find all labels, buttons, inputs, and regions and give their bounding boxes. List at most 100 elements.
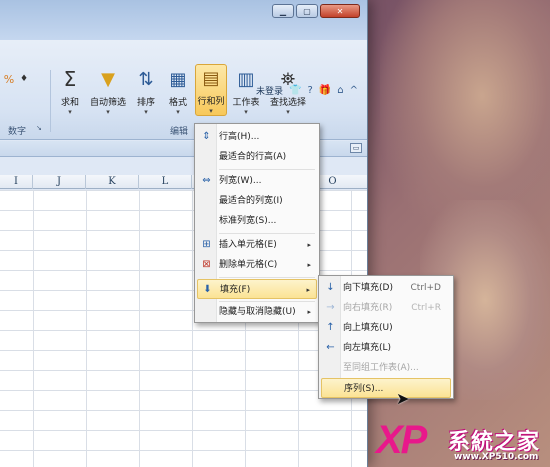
sum-button[interactable]: Σ 求和 ▾ [54, 66, 86, 116]
menu-item-series[interactable]: 序列(S)... [321, 378, 451, 398]
fill-icon: ⬇ [203, 284, 212, 295]
worksheet-label: 工作表 [232, 98, 260, 108]
menu-item-label: 最适合的行高(A) [219, 152, 287, 162]
dropdown-arrow-icon: ▾ [176, 108, 180, 116]
format-label: 格式 [168, 98, 187, 108]
sort-button[interactable]: ⇅ 排序 ▾ [130, 66, 162, 117]
gift-icon[interactable]: 🎁 [319, 85, 331, 96]
watermark-logo: XP 系統之家 www.XP510.com [368, 418, 550, 467]
menu-item-autofit-row-height[interactable]: 最适合的行高(A) [197, 147, 317, 167]
group-label-number: 数字 [8, 127, 27, 137]
fill-left-icon: ← [326, 342, 335, 353]
rows-columns-icon: ▤ [202, 67, 220, 89]
dropdown-arrow-icon: ▾ [144, 108, 148, 116]
menu-item-insert-cells[interactable]: ⊞ 插入单元格(E) ▸ [197, 235, 317, 255]
menu-item-column-width[interactable]: ⇔ 列宽(W)... [197, 171, 317, 191]
minimize-button[interactable]: ▁ [272, 4, 294, 18]
menu-item-label: 向左填充(L) [343, 343, 392, 353]
menu-item-label: 删除单元格(C) [219, 260, 278, 270]
menu-item-fill-up[interactable]: ↑ 向上填充(U) [321, 318, 451, 338]
menu-item-label: 列宽(W)... [219, 176, 262, 186]
home-icon[interactable]: ⌂ [337, 85, 343, 96]
sort-icon: ⇅ [138, 68, 154, 90]
watermark-xp-text: XP [376, 418, 427, 462]
rows-columns-menu: ⇕ 行高(H)... 最适合的行高(A) ⇔ 列宽(W)... 最适合的列宽(I… [194, 123, 320, 323]
diamond-icon: ♦ [19, 74, 29, 84]
menu-item-label: 向右填充(R) [343, 303, 393, 313]
menu-item-label: 隐藏与取消隐藏(U) [219, 307, 296, 317]
format-button[interactable]: ▦ 格式 ▾ [162, 66, 194, 117]
shortcut-label: Ctrl+R [411, 303, 441, 313]
menu-item-label: 行高(H)... [219, 132, 260, 142]
submenu-arrow-icon: ▸ [306, 286, 310, 294]
comma-style-button[interactable]: ♦ [16, 66, 32, 92]
window-controls: ▁ ▢ ✕ [272, 4, 360, 18]
title-bar: ▁ ▢ ✕ [0, 0, 367, 40]
rows-columns-label: 行和列 [197, 97, 225, 107]
menu-item-hide-unhide[interactable]: 隐藏与取消隐藏(U) ▸ [197, 302, 317, 322]
submenu-arrow-icon: ▸ [307, 241, 311, 249]
menu-item-across-worksheets[interactable]: 至同组工作表(A)... [321, 358, 451, 378]
menu-separator [219, 169, 315, 170]
row-height-icon: ⇕ [202, 131, 211, 142]
sigma-icon: Σ [63, 67, 77, 91]
autofilter-label: 自动筛选 [90, 98, 127, 108]
fill-right-icon: → [326, 302, 335, 313]
menu-item-label: 序列(S)... [344, 384, 384, 394]
menu-item-fill-down[interactable]: ↓ 向下填充(D) Ctrl+D [321, 278, 451, 298]
format-grid-icon: ▦ [169, 68, 187, 90]
menu-item-fill-right[interactable]: → 向右填充(R) Ctrl+R [321, 298, 451, 318]
column-header-L[interactable]: L [139, 175, 192, 189]
close-button[interactable]: ✕ [320, 4, 360, 18]
group-label-edit: 编辑 [170, 127, 189, 137]
watermark-url: www.XP510.com [454, 452, 539, 462]
menu-item-label: 向下填充(D) [343, 283, 393, 293]
dropdown-arrow-icon: ▾ [209, 107, 213, 115]
column-width-icon: ⇔ [202, 175, 211, 186]
menu-item-row-height[interactable]: ⇕ 行高(H)... [197, 127, 317, 147]
worksheet-icon: ▥ [237, 68, 255, 90]
submenu-arrow-icon: ▸ [307, 308, 311, 316]
menu-item-fill-left[interactable]: ← 向左填充(L) [321, 338, 451, 358]
dropdown-arrow-icon: ▾ [244, 108, 248, 116]
rows-columns-button[interactable]: ▤ 行和列 ▾ [195, 64, 227, 116]
ribbon-divider [50, 70, 51, 132]
column-header-J[interactable]: J [33, 175, 86, 189]
find-select-button[interactable]: ⛯ 查找选择 ▾ [270, 66, 306, 117]
dropdown-arrow-icon: ▾ [286, 108, 290, 116]
menu-separator [219, 277, 315, 278]
mouse-pointer-icon: ➤ [396, 389, 410, 408]
menu-item-label: 填充(F) [220, 285, 251, 295]
fill-up-icon: ↑ [326, 322, 335, 333]
menu-item-autofit-column-width[interactable]: 最适合的列宽(I) [197, 191, 317, 211]
filter-icon: ▼ [101, 68, 115, 90]
binoculars-icon: ⛯ [280, 68, 296, 90]
menu-item-label: 至同组工作表(A)... [343, 363, 419, 373]
column-header-K[interactable]: K [86, 175, 139, 189]
sum-label: 求和 [60, 98, 79, 108]
menu-item-delete-cells[interactable]: ⊠ 删除单元格(C) ▸ [197, 255, 317, 275]
fill-down-icon: ↓ [326, 282, 335, 293]
sort-label: 排序 [136, 98, 155, 108]
help-icon[interactable]: ? [307, 85, 312, 96]
delete-cells-icon: ⊠ [202, 259, 211, 270]
fill-submenu: ↓ 向下填充(D) Ctrl+D → 向右填充(R) Ctrl+R ↑ 向上填充… [318, 275, 454, 399]
menu-item-label: 向上填充(U) [343, 323, 393, 333]
group-launcher-icon[interactable]: ↘ [36, 124, 42, 132]
menu-item-standard-width[interactable]: 标准列宽(S)... [197, 211, 317, 231]
restore-pane-icon[interactable]: ▭ [350, 143, 362, 153]
collapse-ribbon-icon[interactable]: ^ [350, 85, 358, 96]
menu-item-label: 最适合的列宽(I) [219, 196, 283, 206]
menu-item-label: 插入单元格(E) [219, 240, 277, 250]
shortcut-label: Ctrl+D [410, 283, 442, 293]
submenu-arrow-icon: ▸ [307, 261, 311, 269]
menu-item-fill[interactable]: ⬇ 填充(F) ▸ [197, 279, 317, 299]
autofilter-button[interactable]: ▼ 自动筛选 ▾ [90, 66, 127, 117]
menu-separator [219, 233, 315, 234]
column-header-I[interactable]: I [0, 175, 33, 189]
menu-item-label: 标准列宽(S)... [219, 216, 277, 226]
maximize-button[interactable]: ▢ [296, 4, 318, 18]
worksheet-button[interactable]: ▥ 工作表 ▾ [230, 66, 262, 117]
dropdown-arrow-icon: ▾ [106, 108, 110, 116]
dropdown-arrow-icon: ▾ [68, 108, 72, 116]
